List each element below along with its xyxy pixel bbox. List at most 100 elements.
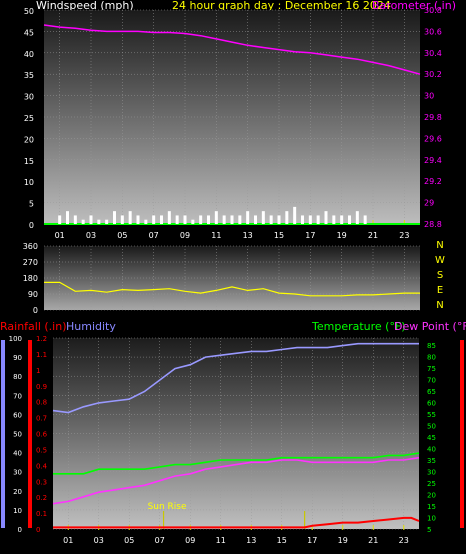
x-tick-label: 05: [117, 231, 127, 240]
baro-tick-label: 29: [424, 199, 434, 208]
temperature-tick-label: 75: [427, 365, 436, 373]
temperature-tick-label: 60: [427, 399, 436, 407]
x-tick-label: 19: [337, 231, 347, 240]
temperature-axis-label: Temperature (°F): [311, 320, 406, 333]
humidity-tick-label: 70: [13, 392, 22, 400]
wind-tick-label: 0: [29, 221, 34, 230]
temperature-tick-label: 10: [427, 514, 436, 522]
rain-tick-label: 0.5: [36, 446, 47, 454]
temperature-tick-label: 20: [427, 491, 436, 499]
direction-tick-label: 0: [33, 306, 38, 315]
wind-bar: [66, 211, 69, 224]
compass-labels: NWSEN: [435, 240, 445, 311]
wind-bar: [97, 219, 101, 224]
wind-axis: 0 5 10 15 20 25 30 35 40 45 50: [24, 7, 34, 230]
wind-bar: [332, 215, 336, 224]
wind-bar: [113, 211, 116, 224]
wind-tick-label: 15: [24, 157, 34, 166]
rain-tick-label: 0.3: [36, 478, 47, 486]
rain-tick-label: 1.1: [36, 351, 47, 359]
rain-tick-label: 0.8: [36, 399, 47, 407]
rain-tick-label: 1.2: [36, 335, 47, 343]
humidity-tick-label: 50: [13, 431, 22, 439]
compass-label: W: [435, 255, 445, 266]
humidity-tick-label: 40: [13, 450, 22, 458]
humidity-axis-label: Humidity: [66, 320, 116, 333]
rain-tick-label: 1: [36, 367, 40, 375]
x-tick-label: 01: [63, 536, 73, 545]
temperature-tick-label: 35: [427, 457, 436, 465]
baro-tick-label: 30.4: [424, 49, 442, 58]
wind-bar: [293, 206, 297, 224]
wind-bar: [191, 219, 195, 224]
temperature-tick-label: 50: [427, 422, 436, 430]
wind-bar: [254, 215, 257, 224]
direction-axis: 0 90 180 270 360: [23, 242, 38, 315]
x-tick-label: 21: [368, 536, 378, 545]
x-tick-label: 05: [124, 536, 134, 545]
temperature-tick-label: 25: [427, 480, 436, 488]
compass-label: E: [437, 285, 443, 296]
wind-bar: [277, 215, 281, 224]
wind-tick-label: 40: [24, 50, 34, 59]
baro-tick-label: 30: [424, 92, 434, 101]
wind-bar: [348, 215, 351, 224]
wind-bar: [89, 215, 93, 224]
rain-tick-label: 0.2: [36, 494, 47, 502]
rain-tick-label: 0.6: [36, 431, 48, 439]
wind-bar: [199, 215, 203, 224]
wind-bar: [160, 215, 163, 224]
temperature-tick-label: 30: [427, 468, 436, 476]
humidity-tick-label: 90: [13, 354, 22, 362]
humidity-tick-label: 30: [13, 469, 22, 477]
humidity-tick-label: 0: [18, 526, 22, 534]
wind-bar: [214, 211, 218, 224]
x-tick-label: 03: [86, 231, 96, 240]
rain-tick-label: 0: [36, 526, 40, 534]
wind-bar: [175, 215, 179, 224]
x-tick-label: 13: [246, 536, 256, 545]
direction-tick-label: 360: [23, 242, 38, 251]
humidity-tick-label: 20: [13, 488, 22, 496]
wind-bar: [269, 215, 273, 224]
wind-bar: [73, 215, 77, 224]
plot-area-mid: [44, 246, 420, 310]
x-tick-label: 23: [399, 536, 409, 545]
x-tick-label: 23: [399, 231, 409, 240]
temperature-axis: 5 10 15 20 25 30 35 40 45 50 55 60 65 70 75 80 85: [427, 342, 436, 534]
wind-bar: [128, 211, 132, 224]
x-tick-label: 07: [155, 536, 165, 545]
x-tick-label: 01: [55, 231, 65, 240]
baro-tick-label: 29.4: [424, 156, 442, 165]
x-tick-label: 15: [274, 231, 284, 240]
temperature-tick-label: 85: [427, 342, 436, 350]
x-tick-label: 09: [180, 231, 190, 240]
wind-bar: [238, 215, 242, 224]
wind-bar: [230, 215, 234, 224]
temperature-tick-label: 70: [427, 376, 436, 384]
wind-tick-label: 10: [24, 178, 34, 187]
x-tick-label: 19: [338, 536, 348, 545]
temperature-axis-bar: [460, 340, 464, 528]
x-tick-label: 13: [243, 231, 253, 240]
rain-axis: 0 0.1 0.2 0.3 0.4 0.5 0.6 0.7 0.8 0.9 1 1.1 1.2: [36, 335, 48, 534]
wind-tick-label: 45: [24, 28, 34, 37]
wind-bar: [355, 211, 359, 224]
wind-bar: [261, 211, 265, 224]
wind-tick-label: 5: [29, 200, 34, 209]
compass-label: N: [436, 300, 443, 311]
wind-bar: [144, 219, 148, 224]
x-tick-label: 11: [216, 536, 226, 545]
humidity-tick-label: 100: [9, 335, 22, 343]
humidity-tick-label: 80: [13, 373, 22, 381]
baro-tick-label: 30.6: [424, 27, 442, 36]
wind-bar: [246, 211, 250, 224]
x-tick-label: 21: [368, 231, 378, 240]
direction-tick-label: 270: [23, 258, 38, 267]
baro-tick-label: 30.2: [424, 70, 442, 79]
x-tick-label: 17: [305, 231, 315, 240]
humidity-axis-bar: [1, 340, 5, 528]
wind-bar: [324, 211, 328, 224]
rainfall-axis-label: Rainfall (.in): [0, 320, 67, 333]
x-tick-label: 17: [307, 536, 317, 545]
